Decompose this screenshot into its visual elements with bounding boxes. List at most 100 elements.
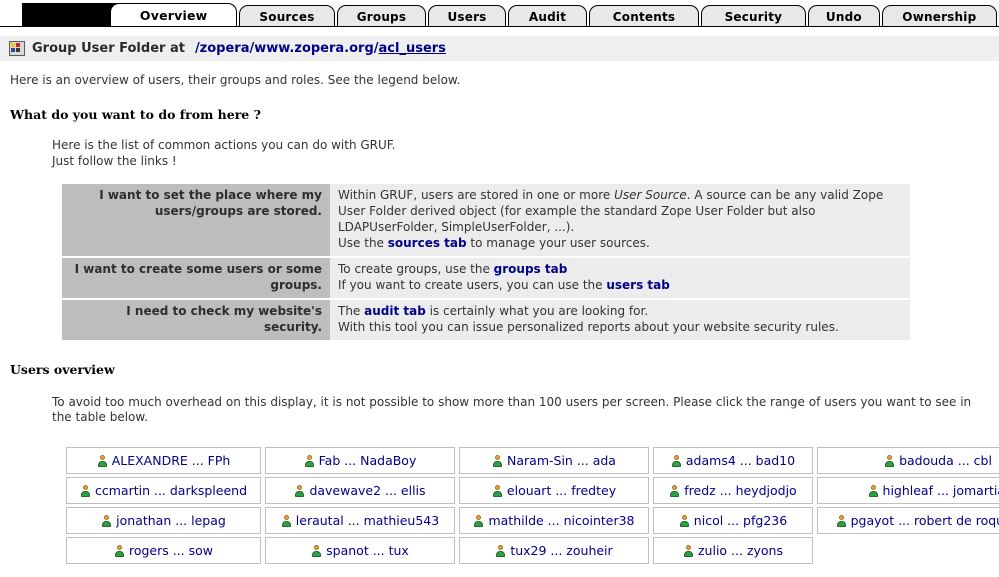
range-row: ALEXANDRE ... FPh Fab ... NadaBoy Naram-Si…	[66, 447, 999, 474]
user-range-cell[interactable]: Fab ... NadaBoy	[265, 447, 455, 474]
link-audit-tab[interactable]: audit tab	[364, 304, 426, 318]
breadcrumb-link-acl-users[interactable]: acl_users	[379, 41, 446, 56]
user-range-cell[interactable]: Naram-Sin ... ada	[459, 447, 649, 474]
user-range-link[interactable]: tux29 ... zouheir	[510, 543, 612, 558]
user-icon	[294, 485, 305, 497]
answer-text: To create groups, use the	[338, 262, 494, 276]
user-icon	[492, 455, 503, 467]
user-icon	[97, 455, 108, 467]
users-overview-heading: Users overview	[10, 362, 989, 377]
action-answer: To create groups, use the groups tabIf y…	[330, 257, 910, 299]
user-range-cell[interactable]: lerautal ... mathieu543	[265, 507, 455, 534]
actions-row: I want to set the place where my users/g…	[62, 184, 910, 257]
breadcrumb-path: /zopera/www.zopera.org/acl_users	[195, 41, 446, 56]
range-row: rogers ... sow spanot ... tux tux29 ... zo…	[66, 537, 999, 564]
user-range-link[interactable]: elouart ... fredtey	[507, 483, 616, 498]
user-range-cell[interactable]: tux29 ... zouheir	[459, 537, 649, 564]
tab-undo[interactable]: Undo	[808, 5, 880, 27]
tab-overview[interactable]: Overview	[110, 3, 237, 27]
answer-text: With this tool you can issue personalize…	[338, 320, 839, 334]
users-overview-note: To avoid too much overhead on this displ…	[52, 395, 977, 427]
user-icon	[114, 545, 125, 557]
user-icon	[101, 515, 112, 527]
tab-sources[interactable]: Sources	[239, 5, 334, 27]
user-range-cell[interactable]: jonathan ... lepag	[66, 507, 261, 534]
tab-bar: OverviewSourcesGroupsUsersAuditContentsS…	[0, 0, 999, 27]
breadcrumb-path-prefix[interactable]: /zopera/www.zopera.org/	[195, 41, 379, 56]
user-range-link[interactable]: davewave2 ... ellis	[309, 483, 425, 498]
user-range-link[interactable]: Naram-Sin ... ada	[507, 453, 616, 468]
link-sources-tab[interactable]: sources tab	[388, 236, 467, 250]
user-icon	[473, 515, 484, 527]
user-range-link[interactable]: mathilde ... nicointer38	[488, 513, 634, 528]
user-range-cell[interactable]: rogers ... sow	[66, 537, 261, 564]
tab-list: OverviewSourcesGroupsUsersAuditContentsS…	[0, 0, 999, 27]
tab-users[interactable]: Users	[428, 5, 506, 27]
user-range-grid: ALEXANDRE ... FPh Fab ... NadaBoy Naram-Si…	[62, 444, 999, 567]
user-range-cell[interactable]: pgayot ... robert de roquetoire	[817, 507, 999, 534]
tab-groups[interactable]: Groups	[337, 5, 426, 27]
user-range-cell[interactable]: spanot ... tux	[265, 537, 455, 564]
user-icon	[679, 515, 690, 527]
user-range-link[interactable]: zulio ... zyons	[698, 543, 783, 558]
user-range-link[interactable]: ALEXANDRE ... FPh	[112, 453, 231, 468]
user-icon	[671, 455, 682, 467]
user-range-cell[interactable]: elouart ... fredtey	[459, 477, 649, 504]
user-range-cell[interactable]: badouda ... cbl	[817, 447, 999, 474]
action-question: I want to create some users or some grou…	[62, 257, 330, 299]
user-range-cell[interactable]: davewave2 ... ellis	[265, 477, 455, 504]
user-range-link[interactable]: fredz ... heydjodjo	[684, 483, 796, 498]
user-range-link[interactable]: rogers ... sow	[129, 543, 213, 558]
link-users-tab[interactable]: users tab	[606, 278, 670, 292]
user-range-cell[interactable]: nicol ... pfg236	[653, 507, 813, 534]
tab-security[interactable]: Security	[701, 5, 806, 27]
action-answer: The audit tab is certainly what you are …	[330, 299, 910, 341]
main-content: Here is an overview of users, their grou…	[0, 73, 999, 567]
user-range-cell[interactable]: ALEXANDRE ... FPh	[66, 447, 261, 474]
what-to-do-heading: What do you want to do from here ?	[10, 107, 989, 122]
user-range-cell[interactable]: adams4 ... bad10	[653, 447, 813, 474]
tab-bar-underline	[0, 26, 999, 27]
user-range-link[interactable]: highleaf ... jomartial	[883, 483, 999, 498]
tab-contents[interactable]: Contents	[589, 5, 698, 27]
user-icon	[868, 485, 879, 497]
user-icon	[836, 515, 847, 527]
actions-row: I want to create some users or some grou…	[62, 257, 910, 299]
user-range-cell[interactable]: mathilde ... nicointer38	[459, 507, 649, 534]
user-range-cell[interactable]: highleaf ... jomartial	[817, 477, 999, 504]
answer-text: The	[338, 304, 364, 318]
link-groups-tab[interactable]: groups tab	[494, 262, 568, 276]
actions-table: I want to set the place where my users/g…	[62, 184, 910, 342]
user-icon	[80, 485, 91, 497]
user-range-link[interactable]: lerautal ... mathieu543	[296, 513, 439, 528]
user-range-link[interactable]: Fab ... NadaBoy	[319, 453, 417, 468]
user-range-cell[interactable]: zulio ... zyons	[653, 537, 813, 564]
user-icon	[495, 545, 506, 557]
user-range-cell[interactable]: ccmartin ... darkspleend	[66, 477, 261, 504]
user-icon	[683, 545, 694, 557]
user-range-link[interactable]: badouda ... cbl	[899, 453, 992, 468]
user-range-link[interactable]: nicol ... pfg236	[694, 513, 787, 528]
intro-text: Here is an overview of users, their grou…	[10, 73, 989, 87]
user-range-link[interactable]: jonathan ... lepag	[116, 513, 226, 528]
user-icon	[304, 455, 315, 467]
page-title: Group User Folder at	[32, 41, 185, 56]
action-question: I need to check my website's security.	[62, 299, 330, 341]
tab-ownership[interactable]: Ownership	[882, 5, 997, 27]
user-range-link[interactable]: adams4 ... bad10	[686, 453, 795, 468]
answer-text: Within GRUF, users are stored in one or …	[338, 188, 614, 202]
user-range-link[interactable]: spanot ... tux	[326, 543, 409, 558]
range-row: ccmartin ... darkspleend davewave2 ... el…	[66, 477, 999, 504]
user-range-cell[interactable]: fredz ... heydjodjo	[653, 477, 813, 504]
user-range-link[interactable]: ccmartin ... darkspleend	[95, 483, 247, 498]
user-icon	[884, 455, 895, 467]
tab-audit[interactable]: Audit	[508, 5, 588, 27]
user-range-link[interactable]: pgayot ... robert de roquetoire	[851, 513, 999, 528]
user-icon	[281, 515, 292, 527]
user-icon	[669, 485, 680, 497]
folder-image-icon	[9, 41, 25, 56]
answer-text: Use the	[338, 236, 388, 250]
common-actions-blurb: Here is the list of common actions you c…	[52, 138, 989, 170]
breadcrumb: Group User Folder at /zopera/www.zopera.…	[0, 36, 999, 61]
action-answer: Within GRUF, users are stored in one or …	[330, 184, 910, 257]
